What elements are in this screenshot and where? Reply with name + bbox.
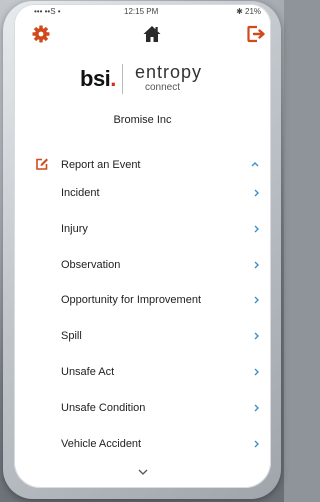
list-item-spill[interactable]: Spill: [14, 319, 271, 353]
edit-icon: [36, 158, 48, 170]
battery-status: ✱ 21%: [236, 7, 261, 16]
gear-icon[interactable]: [31, 24, 51, 44]
chevron-right-icon: [254, 225, 259, 233]
report-event-section-header[interactable]: Report an Event: [14, 154, 271, 176]
chevron-up-icon[interactable]: [250, 160, 260, 168]
organization-name: Bromise Inc: [113, 114, 172, 126]
chevron-down-icon[interactable]: [137, 468, 149, 476]
carrier-signal: ••• ••S •: [34, 7, 61, 16]
app-screen: ••• ••S • 12:15 PM ✱ 21% bsi. entropy co…: [14, 4, 271, 488]
logout-icon[interactable]: [246, 24, 266, 44]
chevron-right-icon: [254, 368, 259, 376]
chevron-right-icon: [254, 261, 259, 269]
list-item-label: Opportunity for Improvement: [61, 294, 202, 306]
section-title: Report an Event: [61, 159, 141, 171]
list-item-label: Injury: [61, 223, 88, 235]
status-bar: ••• ••S • 12:15 PM ✱ 21%: [14, 4, 271, 20]
connect-logo-text: connect: [145, 82, 181, 93]
chevron-right-icon: [254, 440, 259, 448]
logo-divider: [122, 64, 123, 94]
list-item-unsafe-act[interactable]: Unsafe Act: [14, 355, 271, 389]
entropy-logo-text: entropy: [135, 62, 203, 82]
chevron-right-icon: [254, 189, 259, 197]
list-item-label: Spill: [61, 330, 82, 342]
list-item-opportunity-for-improvement[interactable]: Opportunity for Improvement: [14, 283, 271, 317]
list-item-incident[interactable]: Incident: [14, 176, 271, 210]
list-item-label: Unsafe Condition: [61, 402, 146, 414]
list-item-label: Incident: [61, 187, 100, 199]
brand-logo: bsi. entropy connect: [14, 56, 271, 104]
list-item-vehicle-accident[interactable]: Vehicle Accident: [14, 427, 271, 461]
list-item-unsafe-condition[interactable]: Unsafe Condition: [14, 391, 271, 425]
bsi-logo-text: bsi.: [80, 66, 116, 91]
chevron-right-icon: [254, 332, 259, 340]
chevron-right-icon: [254, 296, 259, 304]
list-item-observation[interactable]: Observation: [14, 248, 271, 282]
list-item-label: Vehicle Accident: [61, 438, 142, 450]
list-item-label: Observation: [61, 259, 121, 271]
status-time: 12:15 PM: [124, 7, 159, 16]
top-nav-bar: [14, 20, 271, 54]
chevron-right-icon: [254, 404, 259, 412]
list-item-label: Unsafe Act: [61, 366, 115, 378]
list-item-injury[interactable]: Injury: [14, 212, 271, 246]
home-icon[interactable]: [142, 24, 162, 44]
